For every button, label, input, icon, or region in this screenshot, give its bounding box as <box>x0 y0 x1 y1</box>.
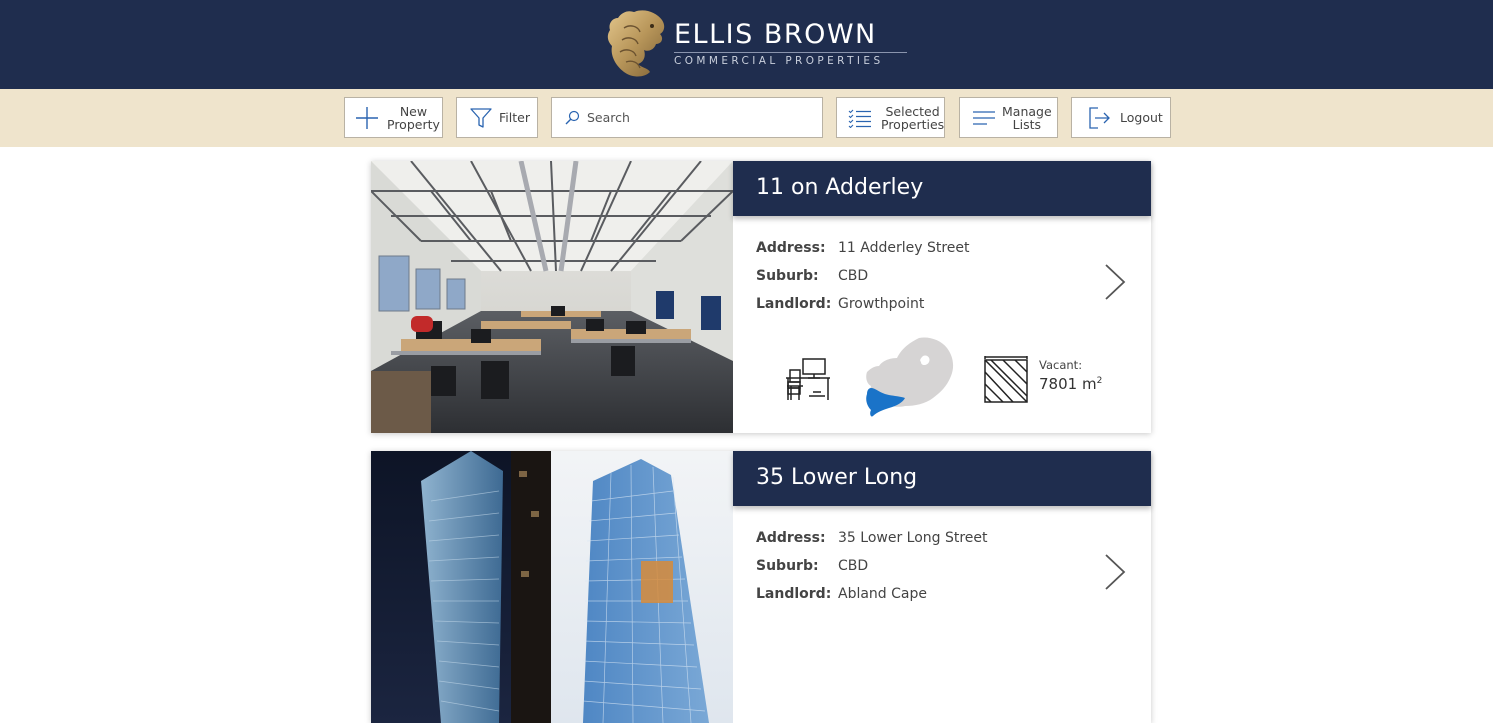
logout-icon <box>1089 106 1110 129</box>
property-title-bar: 35 Lower Long <box>733 451 1151 506</box>
plus-icon <box>356 106 378 129</box>
property-photo-tower-exterior <box>371 451 733 723</box>
new-property-button[interactable]: New Property <box>344 97 443 138</box>
chevron-right-icon[interactable] <box>1103 553 1127 591</box>
property-card[interactable]: 35 Lower Long Address: 35 Lower Long Str… <box>371 451 1151 723</box>
filter-button[interactable]: Filter <box>456 97 538 138</box>
landlord-label: Landlord: <box>756 296 832 312</box>
brand-name: ELLIS BROWN <box>674 19 877 50</box>
filter-label: Filter <box>499 110 530 125</box>
vacant-label: Vacant: <box>1039 358 1083 372</box>
floor-area-icon <box>984 356 1028 403</box>
search-input[interactable] <box>587 110 807 125</box>
logout-label: Logout <box>1120 110 1163 125</box>
suburb-label: Suburb: <box>756 558 819 574</box>
address-value: 11 Adderley Street <box>838 240 970 256</box>
toolbar: New Property Filter Selected Properties … <box>0 89 1493 147</box>
list-lines-icon <box>973 110 995 125</box>
vacant-area-number: 7801 m <box>1039 375 1097 393</box>
filter-icon <box>470 107 492 128</box>
chevron-right-icon[interactable] <box>1103 263 1127 301</box>
address-value: 35 Lower Long Street <box>838 530 988 546</box>
search-box[interactable] <box>551 97 823 138</box>
property-title: 35 Lower Long <box>756 465 918 490</box>
checklist-icon <box>848 109 871 128</box>
manage-lists-label: Manage Lists <box>1002 103 1052 132</box>
lion-logo-icon <box>607 10 665 77</box>
property-features: Vacant: 7801 m2 <box>733 331 1151 431</box>
suburb-value: CBD <box>838 558 869 574</box>
property-photo-office-interior <box>371 161 733 433</box>
suburb-value: CBD <box>838 268 869 284</box>
south-africa-map-icon <box>866 337 954 417</box>
suburb-label: Suburb: <box>756 268 819 284</box>
address-label: Address: <box>756 240 826 256</box>
property-title: 11 on Adderley <box>756 175 924 200</box>
property-title-bar: 11 on Adderley <box>733 161 1151 216</box>
app-header: ELLIS BROWN COMMERCIAL PROPERTIES <box>0 0 1493 89</box>
brand-logo[interactable]: ELLIS BROWN COMMERCIAL PROPERTIES <box>604 8 914 80</box>
vacant-area-value: 7801 m2 <box>1039 375 1102 393</box>
manage-lists-button[interactable]: Manage Lists <box>959 97 1058 138</box>
search-icon <box>565 110 580 124</box>
selected-properties-label: Selected Properties <box>881 103 945 132</box>
new-property-label: New Property <box>387 103 440 132</box>
brand-tagline: COMMERCIAL PROPERTIES <box>674 55 884 67</box>
brand-divider <box>674 52 907 53</box>
selected-properties-button[interactable]: Selected Properties <box>836 97 945 138</box>
address-label: Address: <box>756 530 826 546</box>
logout-button[interactable]: Logout <box>1071 97 1171 138</box>
property-card[interactable]: 11 on Adderley Address: 11 Adderley Stre… <box>371 161 1151 433</box>
office-desk-icon <box>786 358 830 400</box>
vacant-area-unit-exponent: 2 <box>1096 376 1103 386</box>
landlord-value: Growthpoint <box>838 296 925 312</box>
